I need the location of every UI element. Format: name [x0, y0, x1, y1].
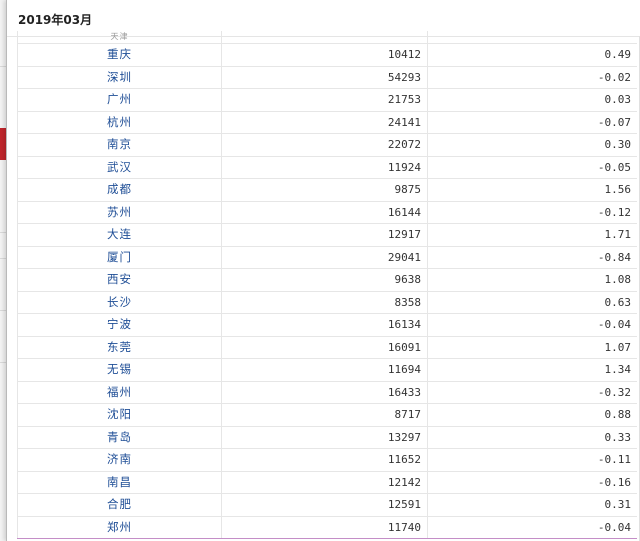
table-row: 广州 21753 0.03 [17, 88, 637, 112]
value-cell: 11740 [221, 515, 428, 539]
table-row: 郑州 11740 -0.04 [17, 515, 637, 539]
table-row: 东莞 16091 1.07 [17, 336, 637, 359]
change-cell: 0.33 [427, 426, 637, 449]
change-cell: -0.05 [427, 156, 637, 179]
change-cell: 1.34 [427, 358, 637, 382]
change-cell: 1.07 [427, 336, 637, 359]
change-cell: 0.30 [427, 133, 637, 157]
value-cell [221, 31, 428, 44]
table-row: 无锡 11694 1.34 [17, 358, 637, 382]
value-cell: 24141 [221, 111, 428, 134]
value-cell: 9638 [221, 268, 428, 292]
city-name[interactable]: 长沙 [17, 291, 222, 314]
city-name[interactable]: 东莞 [17, 336, 222, 359]
city-name[interactable]: 福州 [17, 381, 222, 404]
table-row: 大连 12917 1.71 [17, 223, 637, 247]
table-row: 苏州 16144 -0.12 [17, 201, 637, 224]
change-cell: -0.32 [427, 381, 637, 404]
change-cell: 0.88 [427, 403, 637, 427]
value-cell: 8717 [221, 403, 428, 427]
city-name[interactable]: 杭州 [17, 111, 222, 134]
table-row: 合肥 12591 0.31 [17, 493, 637, 517]
city-name[interactable]: 广州 [17, 88, 222, 112]
city-name[interactable]: 南昌 [17, 471, 222, 494]
city-name[interactable]: 重庆 [17, 43, 222, 67]
value-cell: 8358 [221, 291, 428, 314]
table-row: 重庆 10412 0.49 [17, 43, 637, 67]
value-cell: 12142 [221, 471, 428, 494]
table-row: 青岛 13297 0.33 [17, 426, 637, 449]
table-row: 沈阳 8717 0.88 [17, 403, 637, 427]
value-cell: 13297 [221, 426, 428, 449]
city-name[interactable]: 青岛 [17, 426, 222, 449]
change-cell: 1.56 [427, 178, 637, 202]
value-cell: 12917 [221, 223, 428, 247]
change-cell: 1.08 [427, 268, 637, 292]
table-row: 成都 9875 1.56 [17, 178, 637, 202]
change-cell: 0.03 [427, 88, 637, 112]
change-cell: 0.31 [427, 493, 637, 517]
city-name[interactable]: 西安 [17, 268, 222, 292]
value-cell: 16091 [221, 336, 428, 359]
change-cell: 1.71 [427, 223, 637, 247]
value-cell: 11652 [221, 448, 428, 472]
city-name[interactable]: 郑州 [17, 515, 222, 539]
value-cell: 22072 [221, 133, 428, 157]
city-name[interactable]: 成都 [17, 178, 222, 202]
change-cell [427, 31, 637, 44]
table-row: 长沙 8358 0.63 [17, 291, 637, 314]
table-body: 天津 重庆 10412 0.49 深圳 54293 -0.02 广州 21753 0.03 杭州 2… [17, 31, 637, 539]
value-cell: 11694 [221, 358, 428, 382]
table-row: 济南 11652 -0.11 [17, 448, 637, 472]
value-cell: 21753 [221, 88, 428, 112]
table-row: 西安 9638 1.08 [17, 268, 637, 292]
table-row-partial: 天津 [17, 31, 637, 44]
change-cell: -0.12 [427, 201, 637, 224]
city-name[interactable]: 厦门 [17, 246, 222, 269]
change-cell: -0.11 [427, 448, 637, 472]
value-cell: 29041 [221, 246, 428, 269]
city-name[interactable]: 合肥 [17, 493, 222, 517]
table-row: 武汉 11924 -0.05 [17, 156, 637, 179]
city-name[interactable]: 天津 [17, 31, 222, 44]
data-popup: 2019年03月 天津 重庆 10412 0.49 深圳 54293 -0.02 广州 217… [6, 0, 640, 541]
city-name[interactable]: 大连 [17, 223, 222, 247]
table-row: 南京 22072 0.30 [17, 133, 637, 157]
value-cell: 9875 [221, 178, 428, 202]
city-name[interactable]: 深圳 [17, 66, 222, 89]
change-cell: -0.16 [427, 471, 637, 494]
value-cell: 54293 [221, 66, 428, 89]
city-name[interactable]: 苏州 [17, 201, 222, 224]
table-scroll-area[interactable]: 天津 重庆 10412 0.49 深圳 54293 -0.02 广州 21753 0.03 杭州 2… [17, 31, 637, 541]
popup-title: 2019年03月 [18, 13, 93, 27]
city-name[interactable]: 济南 [17, 448, 222, 472]
value-cell: 12591 [221, 493, 428, 517]
table-row: 南昌 12142 -0.16 [17, 471, 637, 494]
change-cell: 0.63 [427, 291, 637, 314]
city-name[interactable]: 武汉 [17, 156, 222, 179]
value-cell: 11924 [221, 156, 428, 179]
city-name[interactable]: 无锡 [17, 358, 222, 382]
city-name[interactable]: 宁波 [17, 313, 222, 337]
value-cell: 10412 [221, 43, 428, 67]
change-cell: -0.07 [427, 111, 637, 134]
change-cell: -0.02 [427, 66, 637, 89]
value-cell: 16134 [221, 313, 428, 337]
city-data-table: 天津 重庆 10412 0.49 深圳 54293 -0.02 广州 21753 0.03 杭州 2… [17, 31, 637, 539]
change-cell: 0.49 [427, 43, 637, 67]
city-name[interactable]: 沈阳 [17, 403, 222, 427]
table-row: 杭州 24141 -0.07 [17, 111, 637, 134]
change-cell: -0.04 [427, 515, 637, 539]
table-row: 宁波 16134 -0.04 [17, 313, 637, 337]
table-row: 深圳 54293 -0.02 [17, 66, 637, 89]
change-cell: -0.04 [427, 313, 637, 337]
value-cell: 16433 [221, 381, 428, 404]
table-row: 福州 16433 -0.32 [17, 381, 637, 404]
city-name[interactable]: 南京 [17, 133, 222, 157]
table-row: 厦门 29041 -0.84 [17, 246, 637, 269]
change-cell: -0.84 [427, 246, 637, 269]
screen: 2019年03月 天津 重庆 10412 0.49 深圳 54293 -0.02 广州 217… [0, 0, 640, 541]
value-cell: 16144 [221, 201, 428, 224]
